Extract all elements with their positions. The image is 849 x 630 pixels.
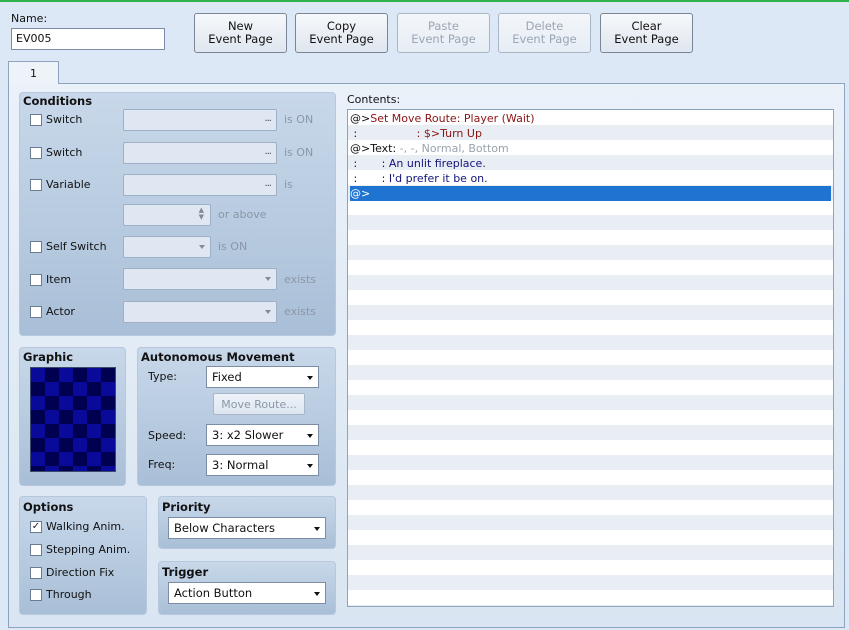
conditions-title: Conditions [23,94,93,108]
chevron-down-icon [307,464,313,468]
through-label: Through [46,588,92,601]
actor-select[interactable] [123,301,277,323]
actor-suffix: exists [284,305,316,318]
command-row[interactable]: : : An unlit fireplace. [350,156,486,171]
graphic-preview[interactable] [30,367,116,472]
autonomous-movement-title: Autonomous Movement [141,350,295,364]
self-switch-label: Self Switch [46,240,107,253]
freq-select[interactable]: 3: Normal [206,454,319,476]
variable-field[interactable]: ... [123,174,277,196]
command-row[interactable]: : : $>Turn Up [350,126,482,141]
event-command-list[interactable]: @>Set Move Route: Player (Wait) : : $>Tu… [347,109,834,607]
command-indent: : [357,157,389,170]
or-above-label: or above [218,208,267,221]
command-row[interactable]: @>Text: -, -, Normal, Bottom [350,141,509,156]
options-title: Options [23,500,74,514]
spinner-arrows-icon: ▲ ▼ [198,206,204,221]
direction-fix-checkbox[interactable] [30,567,42,579]
priority-value: Below Characters [174,521,276,535]
new-event-page-button[interactable]: New Event Page [194,13,287,53]
paste-event-page-button[interactable]: Paste Event Page [397,13,490,53]
item-select[interactable] [123,268,277,290]
type-value: Fixed [212,370,242,384]
command-prefix: @> [350,187,371,200]
self-switch-select[interactable] [123,236,211,258]
variable-label: Variable [46,178,91,191]
stepping-anim-label: Stepping Anim. [46,543,131,556]
graphic-title: Graphic [23,350,74,364]
command-row[interactable]: @>Set Move Route: Player (Wait) [350,111,535,126]
freq-label: Freq: [148,458,176,471]
command-text: : $>Turn Up [416,127,482,140]
variable-value-spinner[interactable]: ▲ ▼ [123,204,211,226]
stepping-anim-checkbox[interactable] [30,544,42,556]
clear-event-page-button[interactable]: Clear Event Page [600,13,693,53]
window-top-border [0,0,849,2]
command-row-selected[interactable]: @> [350,186,831,201]
self-switch-suffix: is ON [218,240,248,253]
move-route-button[interactable]: Move Route... [213,393,305,415]
switch2-label: Switch [46,146,83,159]
name-label: Name: [11,12,48,25]
command-text: An unlit fireplace. [388,157,486,170]
command-text: I'd prefer it be on. [388,172,488,185]
type-label: Type: [148,370,177,383]
actor-checkbox[interactable] [30,306,42,318]
direction-fix-label: Direction Fix [46,566,115,579]
walking-anim-label: Walking Anim. [46,520,125,533]
ellipsis-icon: ... [264,146,271,157]
through-checkbox[interactable] [30,589,42,601]
variable-checkbox[interactable] [30,179,42,191]
switch1-checkbox[interactable] [30,114,42,126]
switch1-suffix: is ON [284,113,314,126]
ellipsis-icon: ... [264,113,271,124]
delete-event-page-button[interactable]: Delete Event Page [498,13,591,53]
self-switch-checkbox[interactable] [30,241,42,253]
switch1-label: Switch [46,113,83,126]
switch2-checkbox[interactable] [30,147,42,159]
speed-select[interactable]: 3: x2 Slower [206,424,319,446]
chevron-down-icon [307,376,313,380]
speed-label: Speed: [148,429,187,442]
command-indent: : [357,172,389,185]
chevron-down-icon [265,277,271,281]
item-label: Item [46,273,72,286]
walking-anim-checkbox[interactable]: ✓ [30,521,42,533]
chevron-down-icon [265,310,271,314]
command-text: Text: [370,142,400,155]
trigger-select[interactable]: Action Button [168,582,326,604]
priority-select[interactable]: Below Characters [168,517,326,539]
item-suffix: exists [284,273,316,286]
command-prefix: @> [350,112,371,125]
contents-label: Contents: [347,93,401,106]
freq-value: 3: Normal [212,458,269,472]
chevron-down-icon [199,245,205,249]
ellipsis-icon: ... [264,178,271,189]
name-input[interactable]: EV005 [11,28,165,50]
tab-page-1[interactable]: 1 [8,61,59,84]
command-row[interactable]: : : I'd prefer it be on. [350,171,488,186]
command-indent [357,127,416,140]
actor-label: Actor [46,305,75,318]
chevron-down-icon [307,434,313,438]
chevron-down-icon [314,592,320,596]
switch1-field[interactable]: ... [123,109,277,131]
command-params: -, -, Normal, Bottom [399,142,509,155]
trigger-value: Action Button [174,586,253,600]
chevron-down-icon [314,527,320,531]
type-select[interactable]: Fixed [206,366,319,388]
copy-event-page-button[interactable]: Copy Event Page [295,13,388,53]
speed-value: 3: x2 Slower [212,428,284,442]
command-prefix: @> [350,142,371,155]
priority-title: Priority [162,500,211,514]
command-text: Set Move Route: Player (Wait) [370,112,535,125]
switch2-field[interactable]: ... [123,142,277,164]
switch2-suffix: is ON [284,146,314,159]
trigger-title: Trigger [162,565,209,579]
variable-suffix: is [284,178,293,191]
item-checkbox[interactable] [30,274,42,286]
